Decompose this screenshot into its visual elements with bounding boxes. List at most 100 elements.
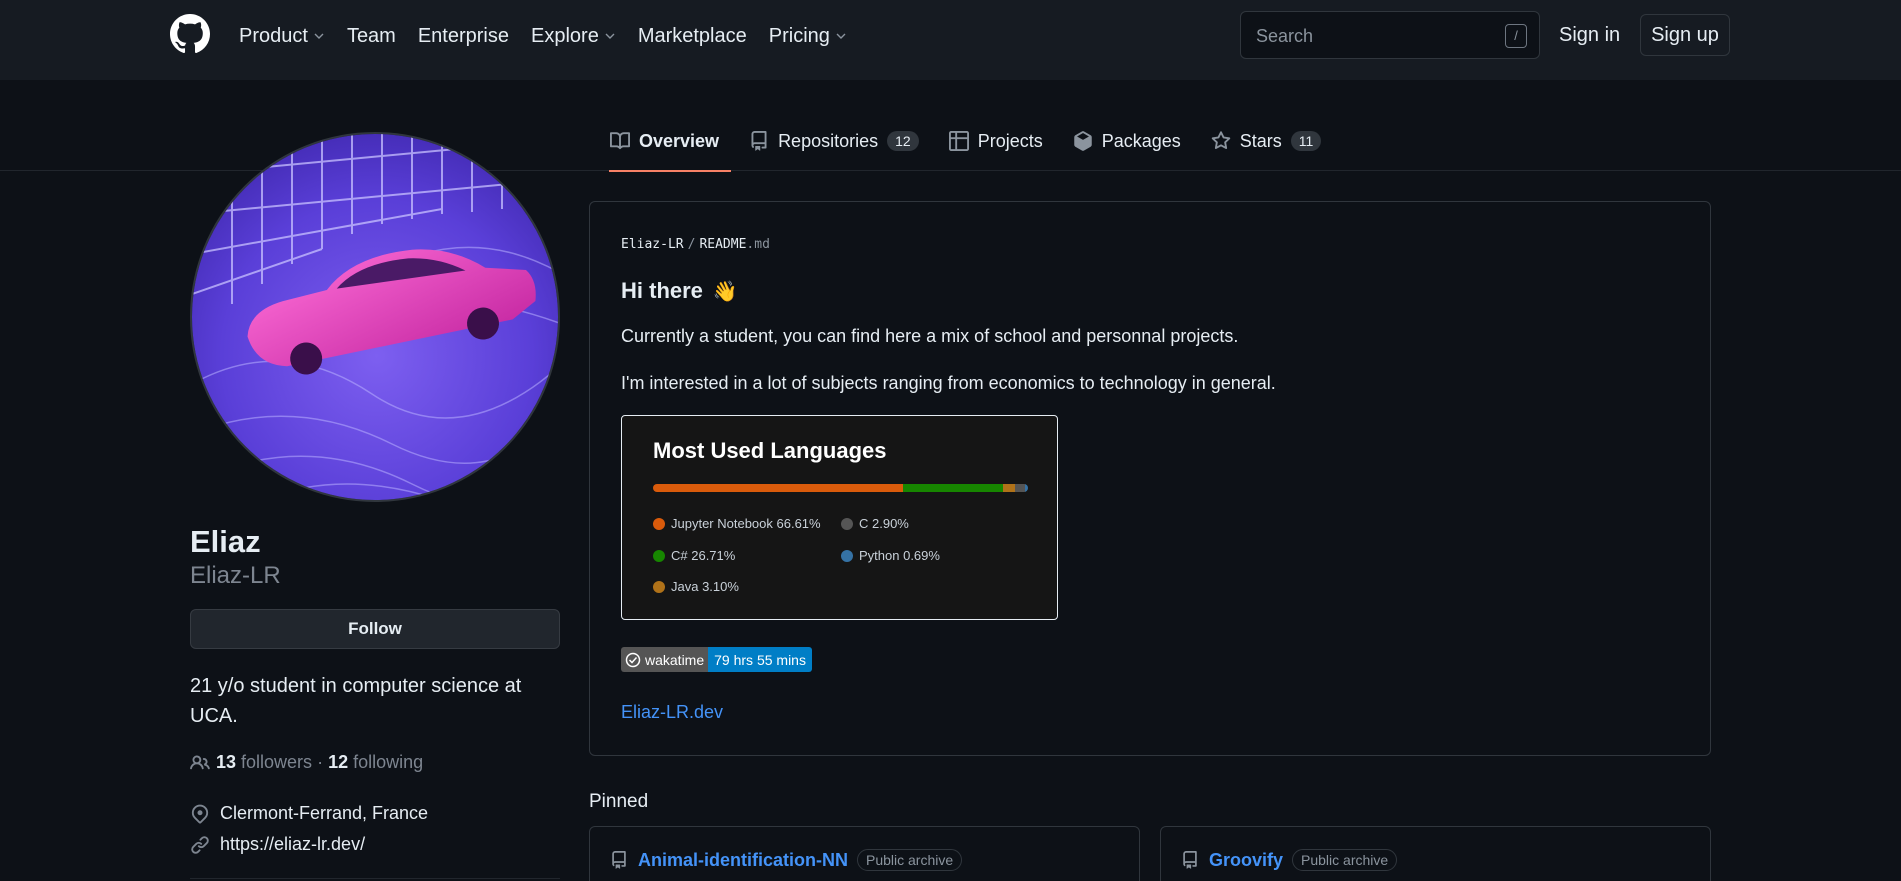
lang-dot	[653, 580, 665, 593]
tab-projects-label: Projects	[977, 130, 1043, 151]
lang-dot	[841, 549, 853, 562]
wakatime-value: 79 hrs 55 mins	[708, 647, 812, 672]
lang-label: C 2.90%	[859, 516, 909, 531]
repo-icon	[751, 131, 767, 151]
tab-packages-label: Packages	[1101, 130, 1181, 151]
tab-packages[interactable]: Packages	[1073, 123, 1181, 159]
lang-item-c: C 2.90%	[841, 516, 909, 531]
lang-bar-segment-python	[1025, 484, 1028, 492]
lang-bar-segment-java	[1002, 484, 1015, 492]
tab-repositories[interactable]: Repositories 12	[749, 123, 919, 159]
readme-heading: Hi there 👋	[621, 278, 738, 304]
following-label: following	[353, 752, 424, 772]
search-placeholder: Search	[1256, 26, 1314, 46]
lang-item-java: Java 3.10%	[653, 579, 739, 594]
left-divider	[190, 878, 560, 879]
readme-file[interactable]: README.md	[699, 237, 769, 252]
lang-dot	[653, 517, 665, 530]
site-header: Product Team Enterprise Explore Marketpl…	[0, 0, 1901, 80]
lang-item-python: Python 0.69%	[841, 548, 940, 563]
languages-bar	[653, 484, 1028, 492]
lang-label: Java 3.10%	[671, 579, 739, 594]
following-link[interactable]: 12 following	[328, 752, 423, 773]
wakatime-badge[interactable]: wakatime 79 hrs 55 mins	[621, 647, 812, 672]
wakatime-icon	[625, 652, 641, 667]
location-icon	[191, 804, 209, 823]
package-icon	[1073, 131, 1092, 151]
lang-bar-segment-csharp	[902, 484, 1003, 492]
nav-product[interactable]: Product	[239, 22, 325, 50]
profile-login: Eliaz-LR	[190, 562, 281, 589]
star-icon	[1211, 131, 1231, 150]
most-used-languages-card[interactable]: Most Used Languages Jupyter Notebook 66.…	[621, 415, 1058, 620]
stars-count-badge: 11	[1290, 131, 1322, 151]
readme-file-base: README	[699, 237, 747, 252]
lang-label: Jupyter Notebook 66.61%	[671, 516, 821, 531]
languages-card-title: Most Used Languages	[653, 438, 887, 463]
search-input[interactable]: Search /	[1240, 11, 1540, 59]
sign-in-link[interactable]: Sign in	[1559, 24, 1620, 47]
tab-stars-label: Stars	[1239, 130, 1282, 151]
website-link[interactable]: https://eliaz-lr.dev/	[220, 834, 365, 855]
readme-owner[interactable]: Eliaz-LR	[621, 237, 684, 252]
profile-website: https://eliaz-lr.dev/	[190, 834, 365, 855]
pinned-repo-header: Animal-identification-NN Public archive	[610, 849, 963, 871]
pinned-repo-link[interactable]: Animal-identification-NN	[638, 850, 848, 871]
wakatime-label: wakatime	[645, 651, 705, 668]
archive-badge: Public archive	[857, 849, 963, 871]
people-icon	[190, 754, 210, 769]
nav-marketplace[interactable]: Marketplace	[638, 22, 747, 50]
nav-pricing-label: Pricing	[768, 24, 830, 47]
pinned-repo-card: Groovify Public archive	[1160, 826, 1711, 881]
readme-card: Eliaz-LR / README.md Hi there 👋 Currently …	[589, 201, 1711, 756]
tab-repositories-label: Repositories	[778, 130, 879, 151]
nav-explore[interactable]: Explore	[531, 22, 616, 50]
readme-website-link[interactable]: Eliaz-LR.dev	[621, 702, 723, 723]
profile-bio: 21 y/o student in computer science at UC…	[190, 675, 522, 727]
chevron-down-icon	[314, 33, 324, 39]
followers-label: followers	[241, 752, 313, 772]
sign-up-button[interactable]: Sign up	[1640, 14, 1730, 56]
nav-team[interactable]: Team	[347, 22, 396, 50]
tab-overview-label: Overview	[639, 130, 720, 151]
wakatime-label-segment: wakatime	[621, 647, 709, 672]
path-separator: /	[687, 237, 696, 252]
tab-projects[interactable]: Projects	[948, 123, 1043, 159]
pinned-repo-header: Groovify Public archive	[1181, 849, 1398, 871]
repo-icon	[1183, 851, 1197, 869]
search-shortcut-key: /	[1505, 24, 1527, 48]
tab-overview[interactable]: Overview	[608, 123, 732, 172]
nav-enterprise[interactable]: Enterprise	[418, 22, 509, 50]
nav-enterprise-label: Enterprise	[417, 24, 509, 47]
lang-label: Python 0.69%	[859, 548, 940, 563]
tab-stars[interactable]: Stars 11	[1211, 123, 1322, 159]
lang-bar-segment-c	[1014, 484, 1026, 492]
following-count: 12	[328, 752, 349, 772]
repo-icon	[612, 851, 626, 869]
follow-button[interactable]: Follow	[190, 609, 560, 649]
avatar[interactable]	[190, 132, 560, 502]
avatar-image	[192, 134, 558, 500]
lang-item-csharp: C# 26.71%	[653, 548, 735, 563]
nav-product-label: Product	[239, 24, 308, 47]
follow-stats: 13 followers · 12 following	[190, 752, 423, 773]
nav-marketplace-label: Marketplace	[637, 24, 747, 47]
chevron-down-icon	[836, 33, 846, 39]
book-icon	[610, 132, 630, 150]
table-icon	[948, 131, 969, 151]
nav-team-label: Team	[346, 24, 396, 47]
followers-link[interactable]: 13 followers	[216, 752, 312, 773]
pinned-repo-link[interactable]: Groovify	[1209, 850, 1283, 871]
main-nav: Product Team Enterprise Explore Marketpl…	[239, 22, 869, 50]
profile-location: Clermont-Ferrand, France	[190, 803, 428, 824]
readme-paragraph-1: Currently a student, you can find here a…	[621, 326, 1239, 346]
stats-separator: ·	[317, 752, 324, 772]
github-logo-icon[interactable]	[170, 14, 210, 54]
chevron-down-icon	[605, 33, 615, 39]
lang-item-jupyter: Jupyter Notebook 66.61%	[653, 516, 821, 531]
nav-pricing[interactable]: Pricing	[769, 22, 847, 50]
profile-name: Eliaz	[190, 524, 261, 559]
followers-count: 13	[216, 752, 237, 772]
pinned-repo-card: Animal-identification-NN Public archive	[589, 826, 1140, 881]
repositories-count-badge: 12	[887, 131, 919, 151]
